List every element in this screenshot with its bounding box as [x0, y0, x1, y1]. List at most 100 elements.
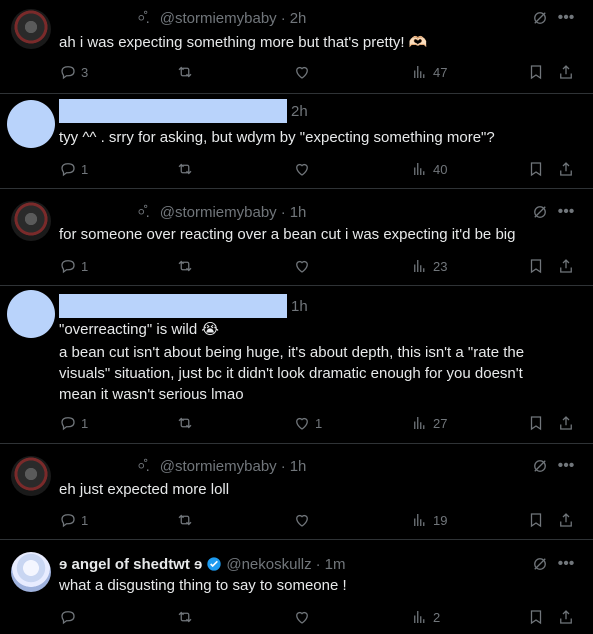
repost-button[interactable] — [176, 160, 194, 178]
repost-icon — [178, 163, 192, 175]
handle[interactable]: @nekoskullz — [226, 556, 311, 573]
repost-button[interactable] — [176, 414, 194, 432]
share-button[interactable] — [557, 63, 575, 81]
views-icon — [414, 417, 425, 429]
share-button[interactable] — [557, 160, 575, 178]
bookmark-button[interactable] — [527, 414, 545, 432]
timestamp[interactable]: 1m — [325, 556, 346, 573]
bookmark-button[interactable] — [527, 160, 545, 178]
share-icon — [560, 610, 572, 624]
post[interactable]: ⸰̊. @stormiemybaby · 2h ••• ah i was exp… — [0, 0, 593, 94]
repost-icon — [178, 417, 192, 429]
reply-icon — [61, 417, 75, 431]
repost-icon — [178, 611, 192, 623]
like-button[interactable] — [293, 160, 315, 178]
post[interactable]: 1h "overreacting" is wild 😭 a bean cut i… — [0, 286, 593, 444]
repost-icon — [178, 514, 192, 526]
views-icon — [414, 514, 425, 526]
like-icon — [296, 163, 308, 176]
post[interactable]: ⸰̊. @stormiemybaby · 1h ••• for someone … — [0, 189, 593, 286]
views-button[interactable]: 47 — [411, 63, 447, 81]
more-icon[interactable]: ••• — [553, 554, 579, 574]
bookmark-button[interactable] — [527, 608, 545, 626]
reply-button[interactable]: 1 — [59, 257, 88, 275]
bookmark-button[interactable] — [527, 511, 545, 529]
avatar[interactable] — [11, 201, 51, 241]
like-button[interactable] — [293, 63, 315, 81]
avatar[interactable] — [11, 552, 51, 592]
avatar[interactable] — [11, 456, 51, 496]
reply-button[interactable]: 3 — [59, 63, 88, 81]
post-text: what a disgusting thing to say to someon… — [59, 577, 347, 594]
views-button[interactable]: 40 — [411, 160, 447, 178]
repost-button[interactable] — [176, 63, 194, 81]
repost-button[interactable] — [176, 608, 194, 626]
repost-icon — [178, 66, 192, 78]
timestamp[interactable]: 1h — [291, 298, 308, 315]
timestamp[interactable]: 2h — [290, 10, 307, 27]
like-button[interactable]: 1 — [293, 414, 322, 432]
bookmark-icon — [530, 162, 542, 177]
name-glyph: ⸰̊. — [137, 458, 150, 475]
views-button[interactable]: 23 — [411, 257, 447, 275]
handle[interactable]: @stormiemybaby — [160, 458, 277, 475]
post-header: 2h — [59, 99, 308, 123]
bookmark-icon — [530, 610, 542, 625]
reply-button[interactable]: 1 — [59, 511, 88, 529]
handle[interactable]: @stormiemybaby — [160, 204, 277, 221]
like-button[interactable] — [293, 608, 315, 626]
avatar[interactable] — [11, 9, 51, 49]
display-name[interactable]: ɘ angel of shedtwt ɘ — [59, 556, 202, 573]
share-button[interactable] — [557, 608, 575, 626]
like-button[interactable] — [293, 511, 315, 529]
share-button[interactable] — [557, 414, 575, 432]
repost-button[interactable] — [176, 257, 194, 275]
views-count: 47 — [433, 64, 448, 80]
timestamp[interactable]: 2h — [291, 103, 308, 120]
post[interactable]: ⸰̊. @stormiemybaby · 1h ••• eh just expe… — [0, 444, 593, 540]
views-button[interactable]: 27 — [411, 414, 447, 432]
bookmark-button[interactable] — [527, 63, 545, 81]
share-icon — [560, 416, 572, 430]
timestamp[interactable]: 1h — [290, 204, 307, 221]
post-header: 1h — [59, 294, 308, 318]
post[interactable]: ɘ angel of shedtwt ɘ @nekoskullz · 1m ••… — [0, 540, 593, 634]
share-icon — [560, 513, 572, 527]
like-icon — [296, 514, 308, 527]
post[interactable]: 2h tyy ^^ . srry for asking, but wdym by… — [0, 94, 593, 189]
name-redaction — [59, 294, 287, 318]
repost-button[interactable] — [176, 511, 194, 529]
more-icon[interactable]: ••• — [553, 456, 579, 476]
grok-icon[interactable] — [527, 8, 553, 28]
avatar-redacted[interactable] — [7, 100, 55, 148]
share-button[interactable] — [557, 257, 575, 275]
timestamp[interactable]: 1h — [290, 458, 307, 475]
name-glyph: ⸰̊. — [137, 204, 150, 221]
reply-button[interactable]: 1 — [59, 414, 88, 432]
reply-count: 1 — [81, 161, 89, 177]
grok-icon[interactable] — [527, 202, 553, 222]
avatar-redacted[interactable] — [7, 290, 55, 338]
more-icon[interactable]: ••• — [553, 202, 579, 222]
bookmark-icon — [530, 513, 542, 528]
like-icon — [296, 417, 308, 430]
handle[interactable]: @stormiemybaby — [160, 10, 277, 27]
share-icon — [560, 65, 572, 79]
more-icon[interactable]: ••• — [553, 8, 579, 28]
views-button[interactable]: 19 — [411, 511, 447, 529]
reply-count: 1 — [81, 258, 89, 274]
reply-button[interactable]: 1 — [59, 160, 88, 178]
bookmark-button[interactable] — [527, 257, 545, 275]
like-button[interactable] — [293, 257, 315, 275]
grok-icon[interactable] — [527, 456, 553, 476]
reply-button[interactable] — [59, 608, 81, 626]
grok-icon[interactable] — [527, 554, 553, 574]
reply-icon — [61, 66, 75, 80]
post-header: ɘ angel of shedtwt ɘ @nekoskullz · 1m — [59, 555, 346, 573]
post-text: eh just expected more loll — [59, 481, 230, 498]
post-text: "overreacting" is wild 😭 a bean cut isn'… — [59, 320, 553, 405]
reply-icon — [61, 611, 75, 625]
views-button[interactable]: 2 — [411, 608, 440, 626]
share-button[interactable] — [557, 511, 575, 529]
post-text: ah i was expecting something more but th… — [59, 34, 428, 51]
